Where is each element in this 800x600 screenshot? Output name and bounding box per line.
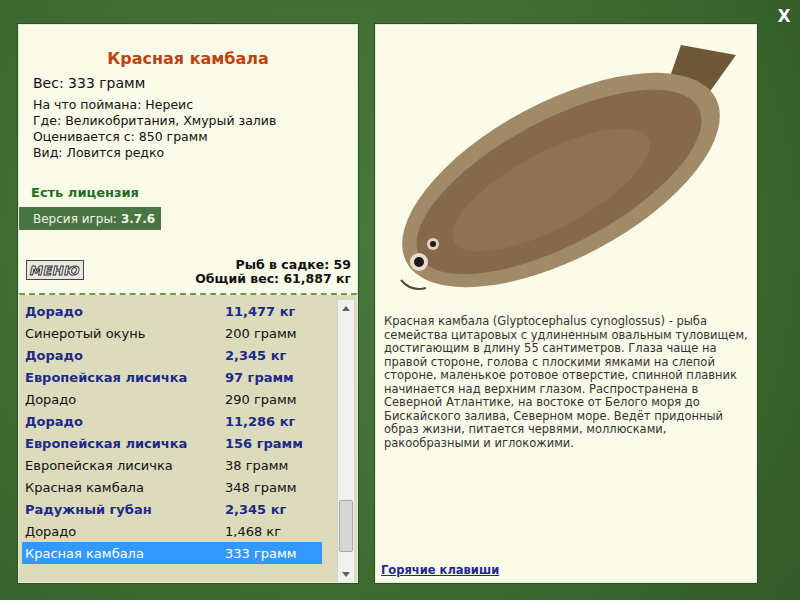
- license-status: Есть лицензия: [19, 185, 357, 201]
- scrollbar[interactable]: [337, 300, 354, 582]
- fish-details: На что поймана: НереисГде: Великобритани…: [19, 97, 357, 161]
- fish-detail: На что поймана: Нереис: [33, 97, 357, 113]
- bottom-row: МЕНЮ Рыб в садке: 59Общий вес: 61,887 кг: [19, 258, 357, 286]
- fish-weight-cell: 97 грамм: [225, 370, 294, 385]
- catch-row[interactable]: Дорадо11,286 кг: [22, 410, 322, 432]
- hotkeys-link[interactable]: Горячие клавиши: [376, 563, 756, 582]
- fish-detail: Оценивается с: 850 грамм: [33, 129, 357, 145]
- fish-name: Дорадо: [25, 304, 225, 319]
- catch-row[interactable]: Красная камбала333 грамм: [22, 542, 322, 564]
- fish-weight-cell: 11,286 кг: [225, 414, 295, 429]
- menu-button[interactable]: МЕНЮ: [26, 260, 84, 280]
- scroll-track[interactable]: [338, 316, 354, 566]
- catch-screen: Красная камбала Вес: 333 грамм На что пойм…: [0, 0, 800, 600]
- fish-weight-cell: 38 грамм: [225, 458, 288, 473]
- arrow-up-icon: [342, 306, 350, 311]
- fish-picture: [376, 25, 756, 315]
- catch-row[interactable]: Европейская лисичка156 грамм: [22, 432, 322, 454]
- fish-weight-cell: 200 грамм: [225, 326, 297, 341]
- catch-row[interactable]: Дорадо290 грамм: [22, 388, 322, 410]
- catch-list: Дорадо11,477 кгСинеротый окунь200 граммД…: [19, 295, 357, 582]
- fish-name: Европейская лисичка: [25, 370, 225, 385]
- close-button[interactable]: X: [774, 6, 794, 26]
- version-value: 3.7.6: [121, 212, 155, 226]
- stat-line: Общий вес: 61,887 кг: [195, 272, 351, 286]
- fish-name: Европейская лисичка: [25, 458, 225, 473]
- fish-description-panel: Красная камбала (Glyptocephalus cynoglos…: [375, 24, 757, 583]
- fish-detail: Вид: Ловится редко: [33, 145, 357, 161]
- fish-name: Европейская лисичка: [25, 436, 225, 451]
- fish-weight-cell: 290 грамм: [225, 392, 297, 407]
- fish-info: Красная камбала Вес: 333 грамм На что пойм…: [19, 25, 357, 295]
- catch-row[interactable]: Дорадо1,468 кг: [22, 520, 322, 542]
- catch-row[interactable]: Дорадо2,345 кг: [22, 344, 322, 366]
- fish-name: Дорадо: [25, 392, 225, 407]
- fish-weight: Вес: 333 грамм: [19, 74, 357, 92]
- scroll-thumb[interactable]: [339, 500, 353, 552]
- fish-weight-cell: 1,468 кг: [225, 524, 281, 539]
- fish-name: Дорадо: [25, 414, 225, 429]
- catch-row[interactable]: Синеротый окунь200 грамм: [22, 322, 322, 344]
- catch-row[interactable]: Европейская лисичка97 грамм: [22, 366, 322, 388]
- arrow-down-icon: [342, 572, 350, 577]
- stat-line: Рыб в садке: 59: [236, 258, 351, 272]
- fish-weight-cell: 2,345 кг: [225, 502, 286, 517]
- fish-title: Красная камбала: [19, 48, 357, 70]
- catch-rows: Дорадо11,477 кгСинеротый окунь200 граммД…: [19, 300, 337, 582]
- fish-name: Красная камбала: [25, 480, 225, 495]
- version-bar: Версия игры:3.7.6: [19, 207, 161, 230]
- fish-illustration: [381, 30, 751, 310]
- fish-name: Дорадо: [25, 348, 225, 363]
- scroll-down-button[interactable]: [338, 566, 354, 582]
- fish-weight-cell: 2,345 кг: [225, 348, 286, 363]
- fish-detail: Где: Великобритания, Хмурый залив: [33, 113, 357, 129]
- catch-row[interactable]: Европейская лисичка38 грамм: [22, 454, 322, 476]
- fish-weight-cell: 348 грамм: [225, 480, 297, 495]
- fish-weight-cell: 333 грамм: [225, 546, 297, 561]
- catch-row[interactable]: Дорадо11,477 кг: [22, 300, 322, 322]
- catch-info-panel: Красная камбала Вес: 333 грамм На что пойм…: [18, 24, 358, 583]
- fish-weight-cell: 156 грамм: [225, 436, 303, 451]
- fish-name: Синеротый окунь: [25, 326, 225, 341]
- catch-row[interactable]: Красная камбала348 грамм: [22, 476, 322, 498]
- keepnet-stats: Рыб в садке: 59Общий вес: 61,887 кг: [195, 258, 351, 286]
- fish-name: Красная камбала: [25, 546, 225, 561]
- scroll-up-button[interactable]: [338, 300, 354, 316]
- fish-description: Красная камбала (Glyptocephalus cynoglos…: [376, 315, 756, 450]
- fish-weight-cell: 11,477 кг: [225, 304, 295, 319]
- catch-row[interactable]: Радужный губан2,345 кг: [22, 498, 322, 520]
- fish-name: Радужный губан: [25, 502, 225, 517]
- fish-name: Дорадо: [25, 524, 225, 539]
